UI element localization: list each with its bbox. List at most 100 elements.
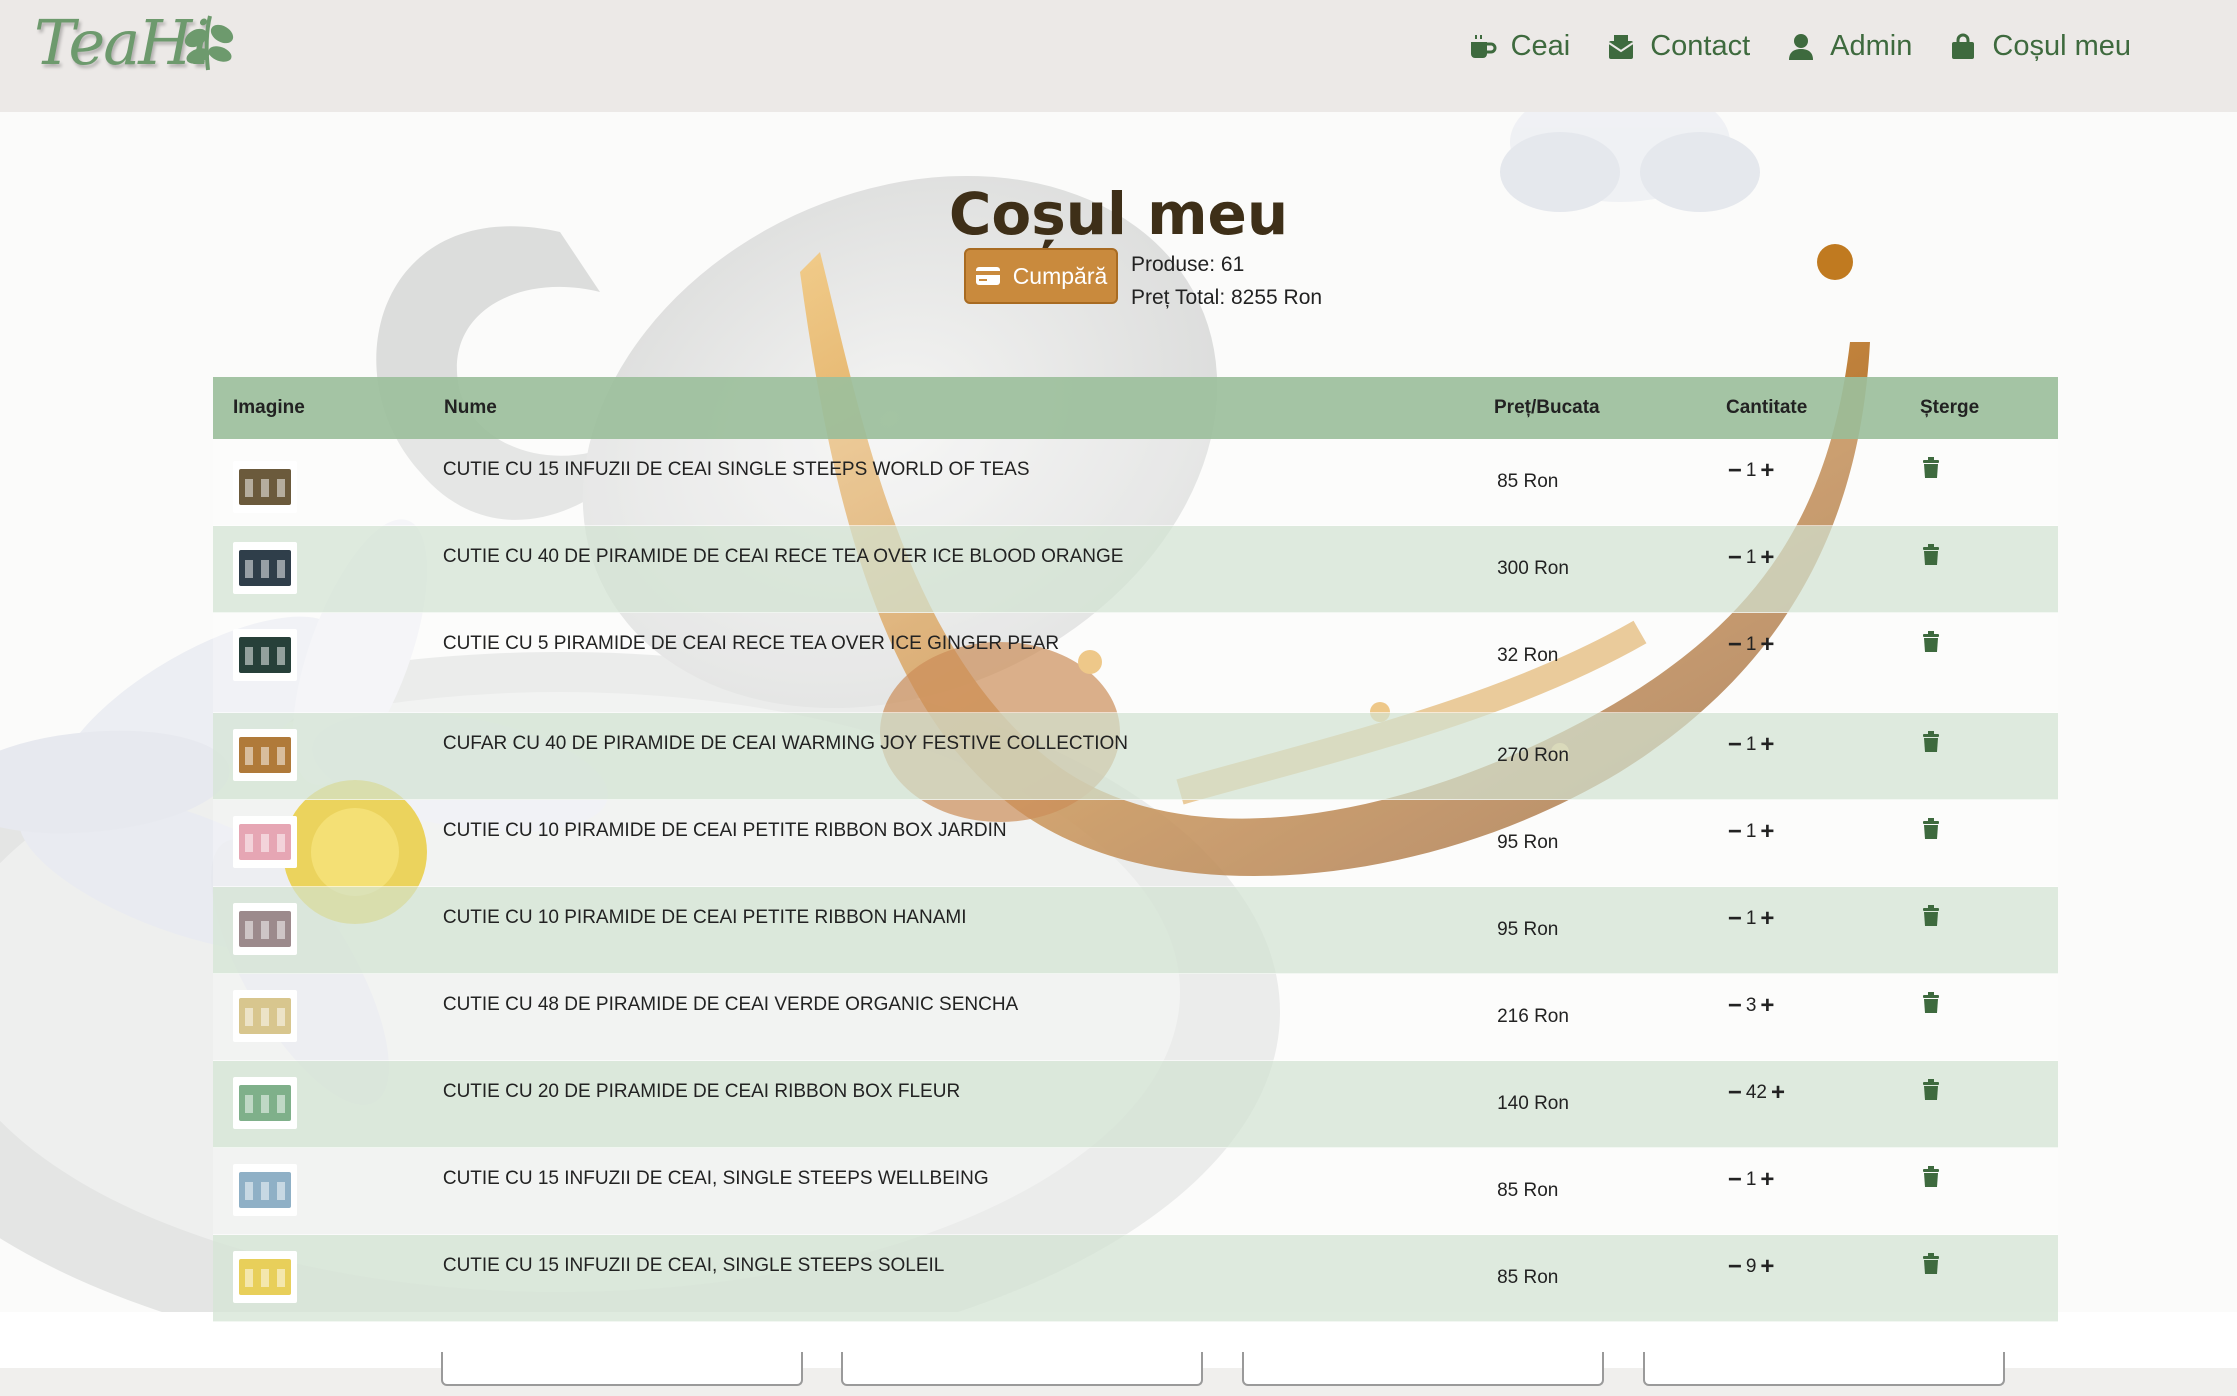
decrease-quantity-button[interactable]: − — [1728, 818, 1742, 846]
footer-card — [1242, 1352, 1604, 1386]
trash-icon[interactable] — [1921, 818, 1941, 840]
product-name: CUTIE CU 40 DE PIRAMIDE DE CEAI RECE TEA… — [442, 546, 1124, 567]
product-thumbnail[interactable] — [233, 1251, 297, 1303]
quantity-value: 1 — [1745, 908, 1757, 929]
product-price: 85 Ron — [1497, 471, 1559, 492]
increase-quantity-button[interactable]: + — [1760, 818, 1774, 846]
quantity-value: 3 — [1745, 995, 1757, 1016]
increase-quantity-button[interactable]: + — [1760, 544, 1774, 572]
quantity-value: 1 — [1745, 547, 1757, 568]
nav-ceai[interactable]: Ceai — [1467, 30, 1570, 63]
quantity-stepper: − 1 + — [1728, 526, 1921, 572]
trash-icon[interactable] — [1921, 1166, 1941, 1188]
decrease-quantity-button[interactable]: − — [1728, 1079, 1742, 1107]
increase-quantity-button[interactable]: + — [1760, 457, 1774, 485]
product-name: CUTIE CU 10 PIRAMIDE DE CEAI PETITE RIBB… — [442, 820, 1007, 841]
product-thumbnail[interactable] — [233, 629, 297, 681]
header-name: Nume — [444, 397, 497, 418]
increase-quantity-button[interactable]: + — [1760, 992, 1774, 1020]
increase-quantity-button[interactable]: + — [1760, 731, 1774, 759]
nav-contact-label: Contact — [1650, 30, 1751, 62]
nav-cart[interactable]: Coșul meu — [1948, 30, 2131, 63]
trash-icon[interactable] — [1921, 544, 1941, 566]
trash-icon[interactable] — [1921, 905, 1941, 927]
leaf-icon — [184, 15, 234, 71]
table-row: CUTIE CU 15 INFUZII DE CEAI, SINGLE STEE… — [213, 1148, 2058, 1235]
decrease-quantity-button[interactable]: − — [1728, 992, 1742, 1020]
quantity-value: 1 — [1745, 460, 1757, 481]
delete-cell — [1921, 713, 2058, 758]
quantity-value: 1 — [1745, 734, 1757, 755]
product-price: 85 Ron — [1497, 1180, 1559, 1201]
product-image-cell — [213, 800, 443, 868]
delete-cell — [1921, 1235, 2058, 1280]
trash-icon[interactable] — [1921, 457, 1941, 479]
increase-quantity-button[interactable]: + — [1760, 1253, 1774, 1281]
increase-quantity-button[interactable]: + — [1771, 1079, 1785, 1107]
table-row: CUTIE CU 10 PIRAMIDE DE CEAI PETITE RIBB… — [213, 887, 2058, 974]
trash-icon[interactable] — [1921, 992, 1941, 1014]
product-thumbnail[interactable] — [233, 542, 297, 594]
nav-admin[interactable]: Admin — [1786, 30, 1912, 63]
product-thumbnail[interactable] — [233, 816, 297, 868]
product-thumbnail[interactable] — [233, 1077, 297, 1129]
product-name: CUTIE CU 15 INFUZII DE CEAI SINGLE STEEP… — [442, 459, 1030, 480]
mug-icon — [1470, 34, 1497, 58]
product-price: 32 Ron — [1497, 645, 1559, 666]
product-image-cell — [213, 613, 443, 681]
decrease-quantity-button[interactable]: − — [1728, 905, 1742, 933]
nav-cart-label: Coșul meu — [1992, 30, 2131, 62]
product-thumbnail[interactable] — [233, 990, 297, 1042]
buy-button-label: Cumpără — [1012, 262, 1108, 289]
increase-quantity-button[interactable]: + — [1760, 905, 1774, 933]
product-thumbnail[interactable] — [233, 729, 297, 781]
product-name: CUTIE CU 10 PIRAMIDE DE CEAI PETITE RIBB… — [442, 907, 967, 928]
trash-icon[interactable] — [1921, 631, 1941, 653]
increase-quantity-button[interactable]: + — [1760, 631, 1774, 659]
quantity-value: 1 — [1745, 634, 1757, 655]
trash-icon[interactable] — [1921, 731, 1941, 753]
decrease-quantity-button[interactable]: − — [1728, 544, 1742, 572]
product-thumbnail[interactable] — [233, 903, 297, 955]
quantity-stepper: − 1 + — [1728, 800, 1921, 846]
quantity-stepper: − 3 + — [1728, 974, 1921, 1020]
product-thumbnail[interactable] — [233, 461, 297, 513]
buy-button[interactable]: Cumpără — [964, 248, 1118, 304]
decrease-quantity-button[interactable]: − — [1728, 631, 1742, 659]
quantity-stepper: − 1 + — [1728, 439, 1921, 485]
table-row: CUTIE CU 5 PIRAMIDE DE CEAI RECE TEA OVE… — [213, 613, 2058, 713]
quantity-stepper: − 42 + — [1728, 1061, 1921, 1107]
main-nav: Ceai Contact Admin Coșul meu — [1467, 30, 2131, 63]
shopping-bag-icon — [1952, 33, 1975, 59]
total-price: Preț Total: 8255 Ron — [1131, 286, 1323, 309]
product-name: CUTIE CU 15 INFUZII DE CEAI, SINGLE STEE… — [442, 1168, 989, 1189]
increase-quantity-button[interactable]: + — [1760, 1166, 1774, 1194]
nav-contact[interactable]: Contact — [1606, 30, 1750, 63]
table-row: CUTIE CU 10 PIRAMIDE DE CEAI PETITE RIBB… — [213, 800, 2058, 887]
quantity-value: 9 — [1745, 1256, 1757, 1277]
user-icon — [1789, 33, 1814, 60]
table-header: Imagine Nume Preț/Bucata Cantitate Șterg… — [213, 377, 2058, 439]
decrease-quantity-button[interactable]: − — [1728, 1166, 1742, 1194]
teahi-logo[interactable]: TeaHi — [34, 6, 234, 86]
cart-summary: Produse: 61 Preț Total: 8255 Ron — [1131, 248, 1322, 314]
header-image: Imagine — [233, 397, 305, 418]
trash-icon[interactable] — [1921, 1079, 1941, 1101]
table-row: CUTIE CU 15 INFUZII DE CEAI, SINGLE STEE… — [213, 1235, 2058, 1322]
table-body: CUTIE CU 15 INFUZII DE CEAI SINGLE STEEP… — [213, 439, 2058, 1322]
product-thumbnail[interactable] — [233, 1164, 297, 1216]
product-name: CUTIE CU 5 PIRAMIDE DE CEAI RECE TEA OVE… — [442, 633, 1060, 654]
product-image-cell — [213, 1148, 443, 1216]
product-price: 140 Ron — [1497, 1093, 1569, 1114]
decrease-quantity-button[interactable]: − — [1728, 457, 1742, 485]
product-image-cell — [213, 887, 443, 955]
delete-cell — [1921, 439, 2058, 484]
trash-icon[interactable] — [1921, 1253, 1941, 1275]
product-image-cell — [213, 439, 443, 513]
decrease-quantity-button[interactable]: − — [1728, 731, 1742, 759]
envelope-icon — [1608, 34, 1634, 59]
decrease-quantity-button[interactable]: − — [1728, 1253, 1742, 1281]
nav-admin-label: Admin — [1830, 30, 1913, 62]
product-image-cell — [213, 1061, 443, 1129]
delete-cell — [1921, 1148, 2058, 1193]
